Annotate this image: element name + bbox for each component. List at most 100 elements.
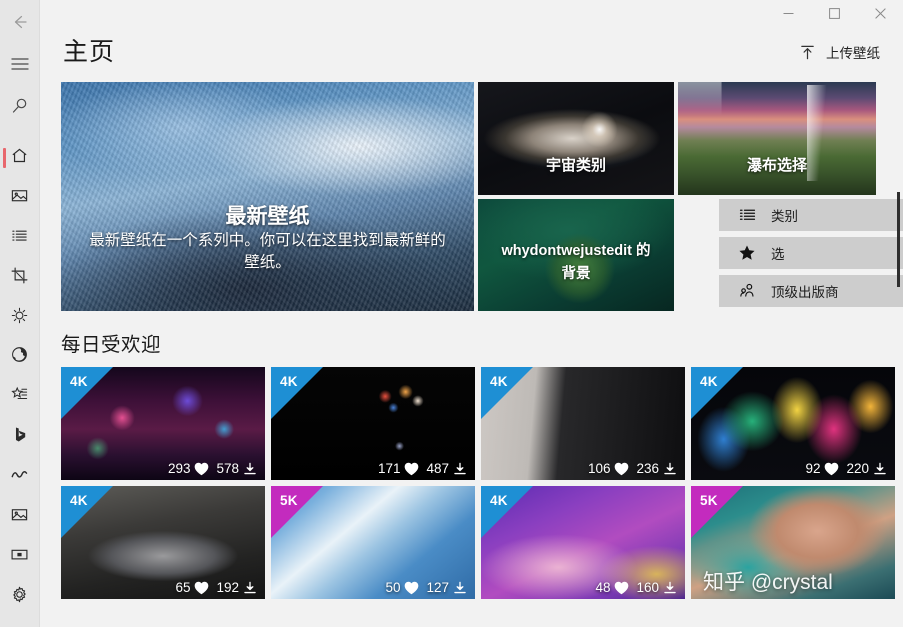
crop-icon [10,266,29,290]
hero-green-line2: 背景 [561,266,591,282]
watermark: 知乎 @crystal [703,571,833,594]
sidebar-item-trending[interactable] [0,457,40,497]
home-icon [10,146,29,170]
thumbnail-stats: 92 220 [805,461,887,476]
thumbnail-grid: 4K 293 578 4K 171 487 4K 106 236 4K 92 220 4K 65 192 5K… [61,367,903,605]
download-icon [453,462,467,476]
app-window: 主页 上传壁纸 最新壁纸 最新壁纸在一个系列中。你可以在这里找到最新鲜的壁纸。 [0,0,903,627]
hero-main-image [61,82,474,311]
like-count-group: 293 [168,461,210,476]
wallpaper-thumbnail[interactable]: 4K 171 487 [271,367,475,480]
thumbnail-stats: 293 578 [168,461,257,476]
star-lines-icon [10,385,29,409]
thumbnail-stats: 65 192 [175,580,257,595]
download-count-group: 578 [216,461,257,476]
quick-menu: 类别 选 顶级出版商 [719,199,903,313]
resolution-badge-label: 5K [280,493,298,508]
search-button[interactable] [0,86,40,126]
upload-wallpaper-button[interactable]: 上传壁纸 [793,38,886,66]
hero-card-space-category[interactable]: 宇宙类别 [478,82,674,195]
wallpaper-thumbnail[interactable]: 4K 48 160 [481,486,685,599]
sidebar-item-favorites[interactable] [0,377,40,417]
section-title-daily-popular: 每日受欢迎 [61,334,162,356]
like-count: 92 [805,461,821,476]
sidebar-item-settings[interactable] [0,577,40,617]
like-count: 65 [175,580,191,595]
hero-card-user-background[interactable]: whydontwejustedit 的 背景 [478,199,674,311]
sidebar-item-home[interactable] [0,138,40,178]
hamburger-icon [10,57,29,71]
hero-waterfall-title: 瀑布选择 [746,157,807,174]
like-count: 293 [167,461,191,476]
hero-card-waterfall-selection[interactable]: 瀑布选择 [678,82,876,195]
hero-area: 最新壁纸 最新壁纸在一个系列中。你可以在这里找到最新鲜的壁纸。 宇宙类别 瀑布选… [61,82,903,313]
download-icon [663,581,677,595]
wallpaper-thumbnail[interactable]: 4K 106 236 [481,367,685,480]
download-count-group: 236 [636,461,677,476]
sparkle-icon [10,306,29,330]
gear-icon [10,585,29,609]
globe-icon [10,345,29,369]
like-count: 48 [595,580,611,595]
download-count-group: 487 [426,461,467,476]
wallpaper-thumbnail[interactable]: 4K 293 578 [61,367,265,480]
download-icon [243,462,257,476]
back-button[interactable] [0,2,40,42]
thumbnail-row: 4K 65 192 5K 50 127 4K 48 160 5K 知乎 @crystal [61,486,903,599]
heart-icon [614,462,629,476]
sidebar-item-list[interactable] [0,218,40,258]
heart-icon [824,462,839,476]
heart-icon [194,462,209,476]
thumbnail-stats: 171 487 [378,461,467,476]
maximize-button[interactable] [811,0,857,30]
wallpaper-thumbnail[interactable]: 5K 50 127 [271,486,475,599]
sidebar-item-images[interactable] [0,178,40,218]
thumbnail-stats: 48 160 [595,580,677,595]
sidebar-item-slideshow[interactable] [0,537,40,577]
bing-icon [10,425,29,449]
menu-button-categories[interactable]: 类别 [719,199,903,231]
hero-space-title: 宇宙类别 [545,157,606,174]
heart-icon [614,581,629,595]
menu-button-top-publishers[interactable]: 顶级出版商 [719,275,903,307]
star-icon [737,244,757,262]
download-count-group: 127 [426,580,467,595]
minimize-icon [783,6,794,24]
search-icon [11,97,29,115]
vertical-scrollbar[interactable] [897,192,900,287]
download-count: 192 [216,580,239,595]
hero-waterfall-image [678,82,876,195]
like-count: 106 [587,461,611,476]
page-header: 主页 上传壁纸 [63,38,903,66]
resolution-badge-label: 4K [490,493,508,508]
page-title: 主页 [63,37,116,66]
heart-icon [404,581,419,595]
sidebar-item-globe[interactable] [0,337,40,377]
download-count-group: 220 [846,461,887,476]
menu-label: 类别 [771,209,798,224]
resolution-badge-label: 4K [70,493,88,508]
menu-button-featured[interactable]: 选 [719,237,903,269]
wallpaper-thumbnail[interactable]: 4K 92 220 [691,367,895,480]
hamburger-menu-button[interactable] [0,44,40,84]
download-icon [453,581,467,595]
like-count-group: 48 [595,580,629,595]
upload-label: 上传壁纸 [826,46,880,61]
sidebar-item-bing[interactable] [0,417,40,457]
thumbnail-stats: 106 236 [588,461,677,476]
sidebar-item-crop[interactable] [0,258,40,298]
list-icon [10,226,29,250]
hero-card-latest-wallpapers[interactable]: 最新壁纸 最新壁纸在一个系列中。你可以在这里找到最新鲜的壁纸。 [61,82,474,311]
download-count: 578 [216,461,239,476]
maximize-icon [828,6,840,24]
resolution-badge-label: 5K [700,493,718,508]
main-content: 主页 上传壁纸 最新壁纸 最新壁纸在一个系列中。你可以在这里找到最新鲜的壁纸。 [40,0,903,627]
wallpaper-thumbnail[interactable]: 4K 65 192 [61,486,265,599]
minimize-button[interactable] [765,0,811,30]
wallpaper-thumbnail[interactable]: 5K 知乎 @crystal [691,486,895,599]
close-button[interactable] [857,0,903,30]
sidebar-item-effects[interactable] [0,298,40,338]
download-count: 220 [846,461,869,476]
sidebar-item-gallery[interactable] [0,497,40,537]
resolution-badge-label: 4K [70,374,88,389]
